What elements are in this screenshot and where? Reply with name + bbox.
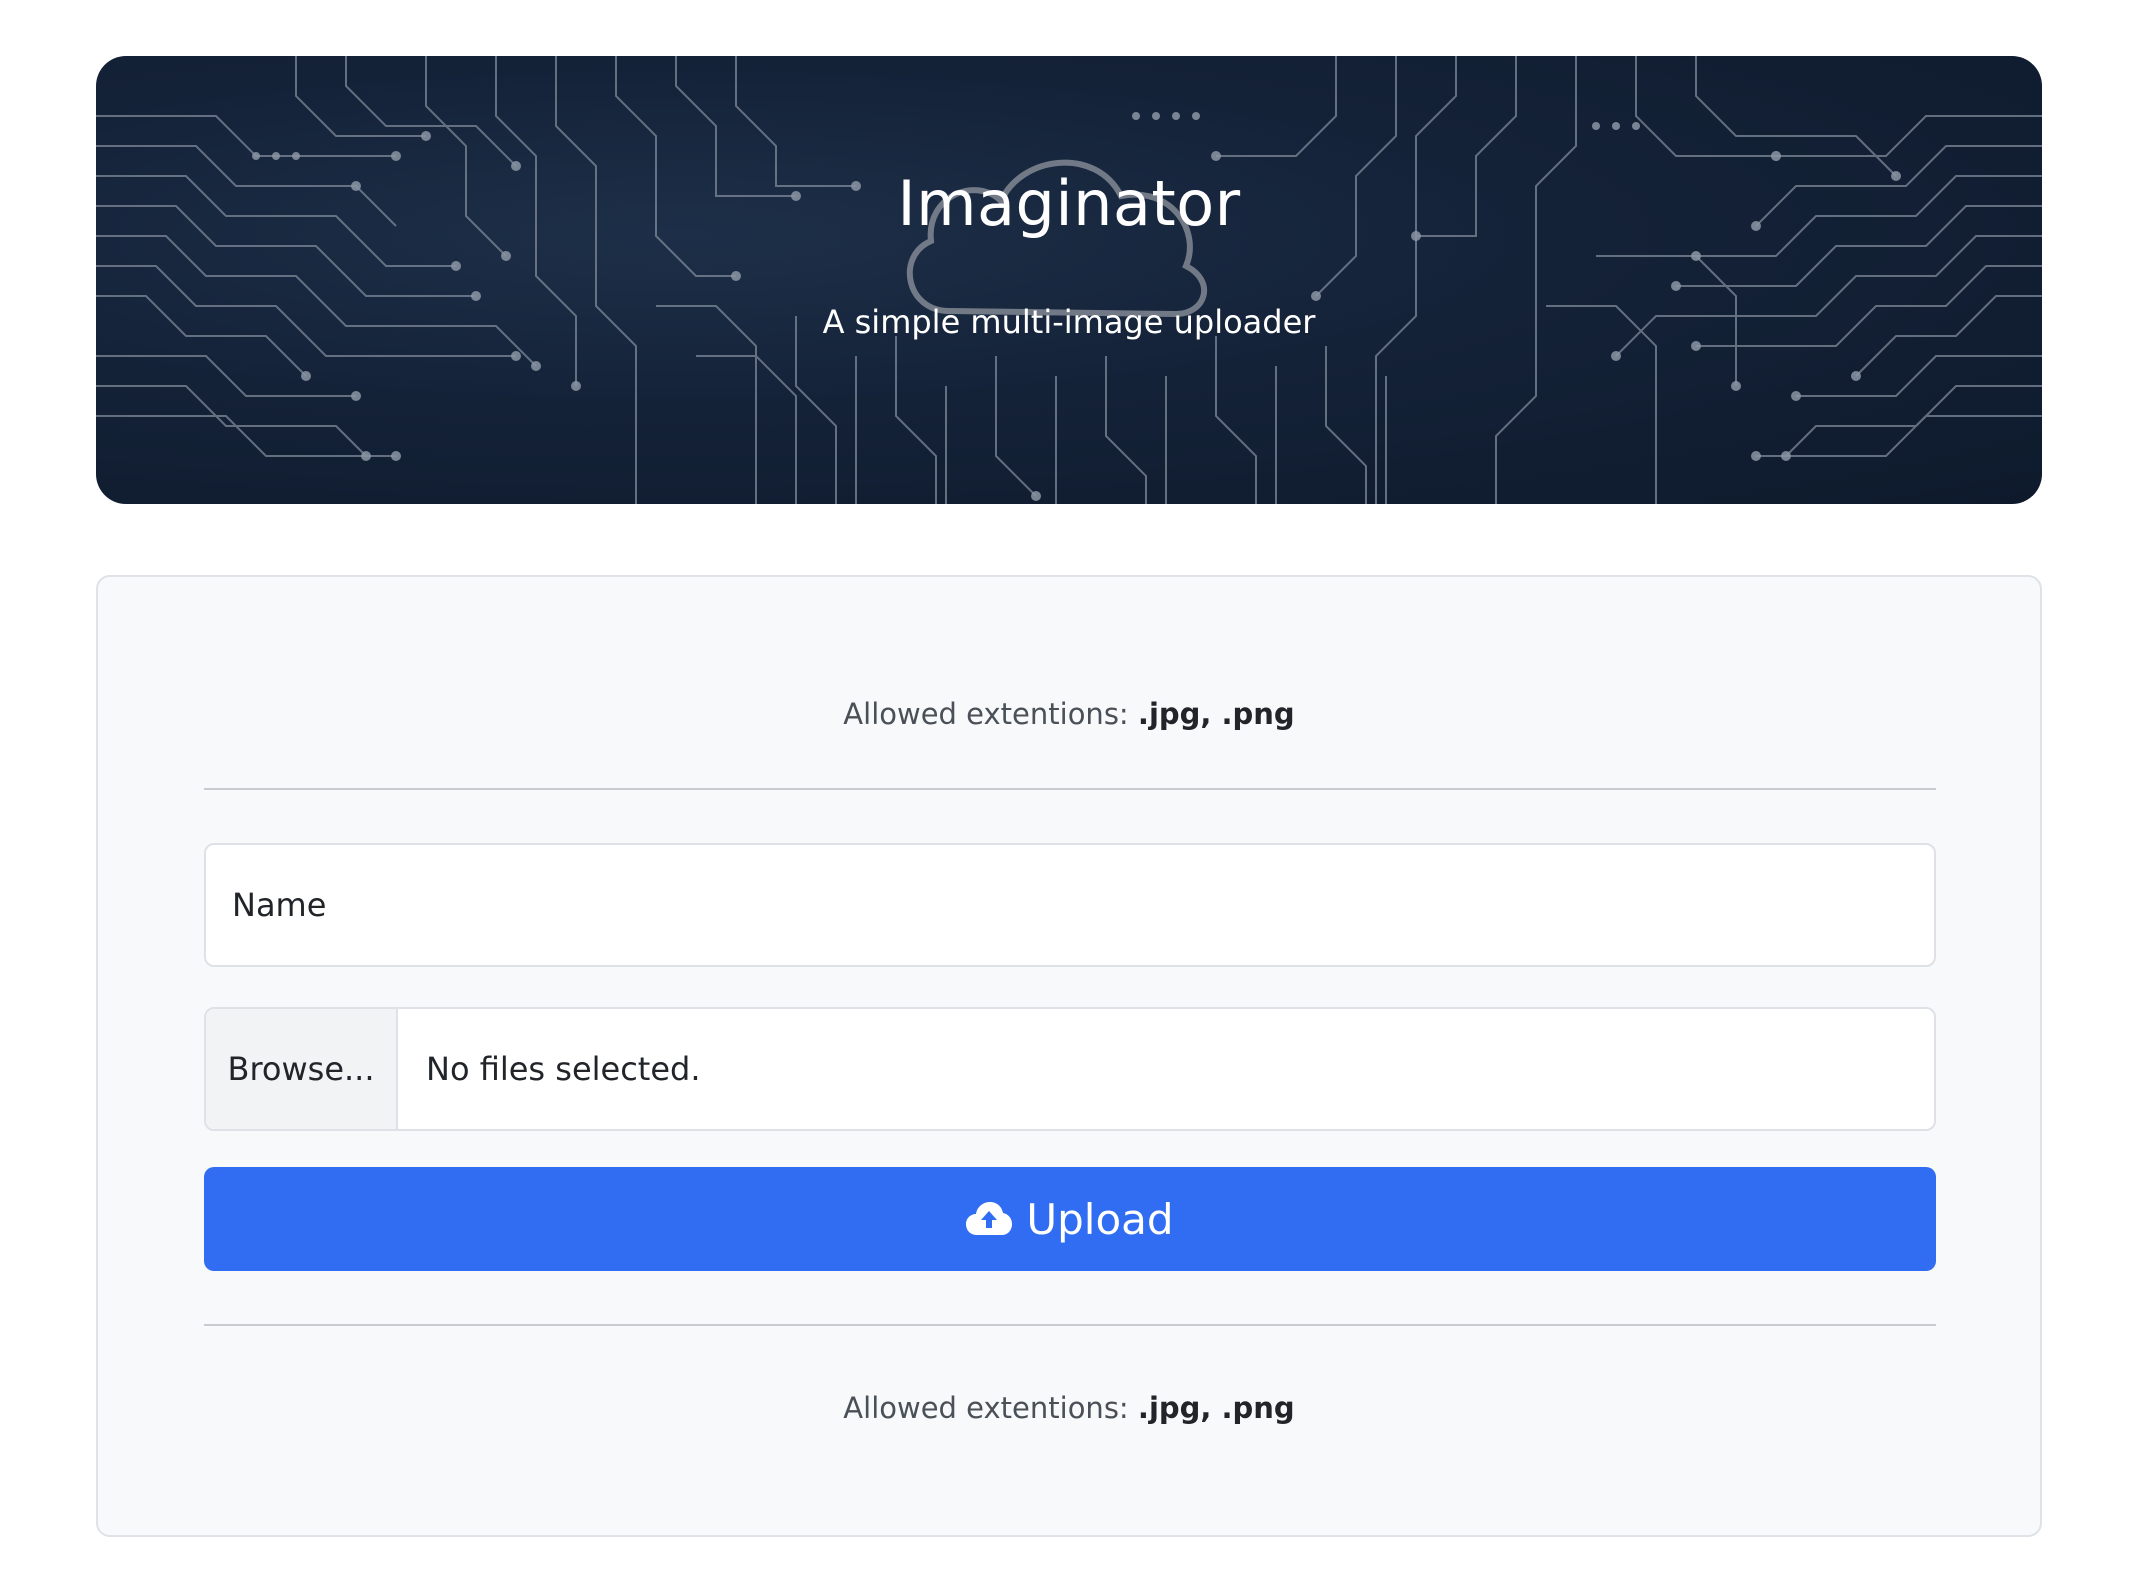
app-subtitle: A simple multi-image uploader — [822, 303, 1316, 341]
file-input[interactable]: Browse... No files selected. — [204, 1007, 1936, 1131]
name-input[interactable] — [204, 843, 1936, 967]
browse-button[interactable]: Browse... — [206, 1009, 398, 1129]
cloud-upload-icon — [966, 1202, 1013, 1235]
app-title: Imaginator — [897, 167, 1241, 240]
allowed-extensions-list: .jpg, .png — [1137, 697, 1295, 731]
circuit-background — [96, 56, 2042, 504]
allowed-extensions-note-bottom: Allowed extentions: .jpg, .png — [98, 1388, 2040, 1428]
divider-bottom — [204, 1324, 1936, 1326]
file-status-text: No files selected. — [426, 1050, 701, 1088]
upload-card: Allowed extentions: .jpg, .png Browse...… — [96, 575, 2042, 1537]
hero-banner: Imaginator A simple multi-image uploader — [96, 56, 2042, 504]
allowed-extensions-label: Allowed extentions: — [843, 1391, 1138, 1425]
allowed-extensions-label: Allowed extentions: — [843, 697, 1138, 731]
upload-button-label: Upload — [1026, 1194, 1174, 1244]
allowed-extensions-list: .jpg, .png — [1137, 1391, 1295, 1425]
page: Imaginator A simple multi-image uploader… — [0, 0, 2142, 1574]
divider-top — [204, 788, 1936, 790]
upload-button[interactable]: Upload — [204, 1167, 1936, 1271]
allowed-extensions-note-top: Allowed extentions: .jpg, .png — [98, 694, 2040, 734]
